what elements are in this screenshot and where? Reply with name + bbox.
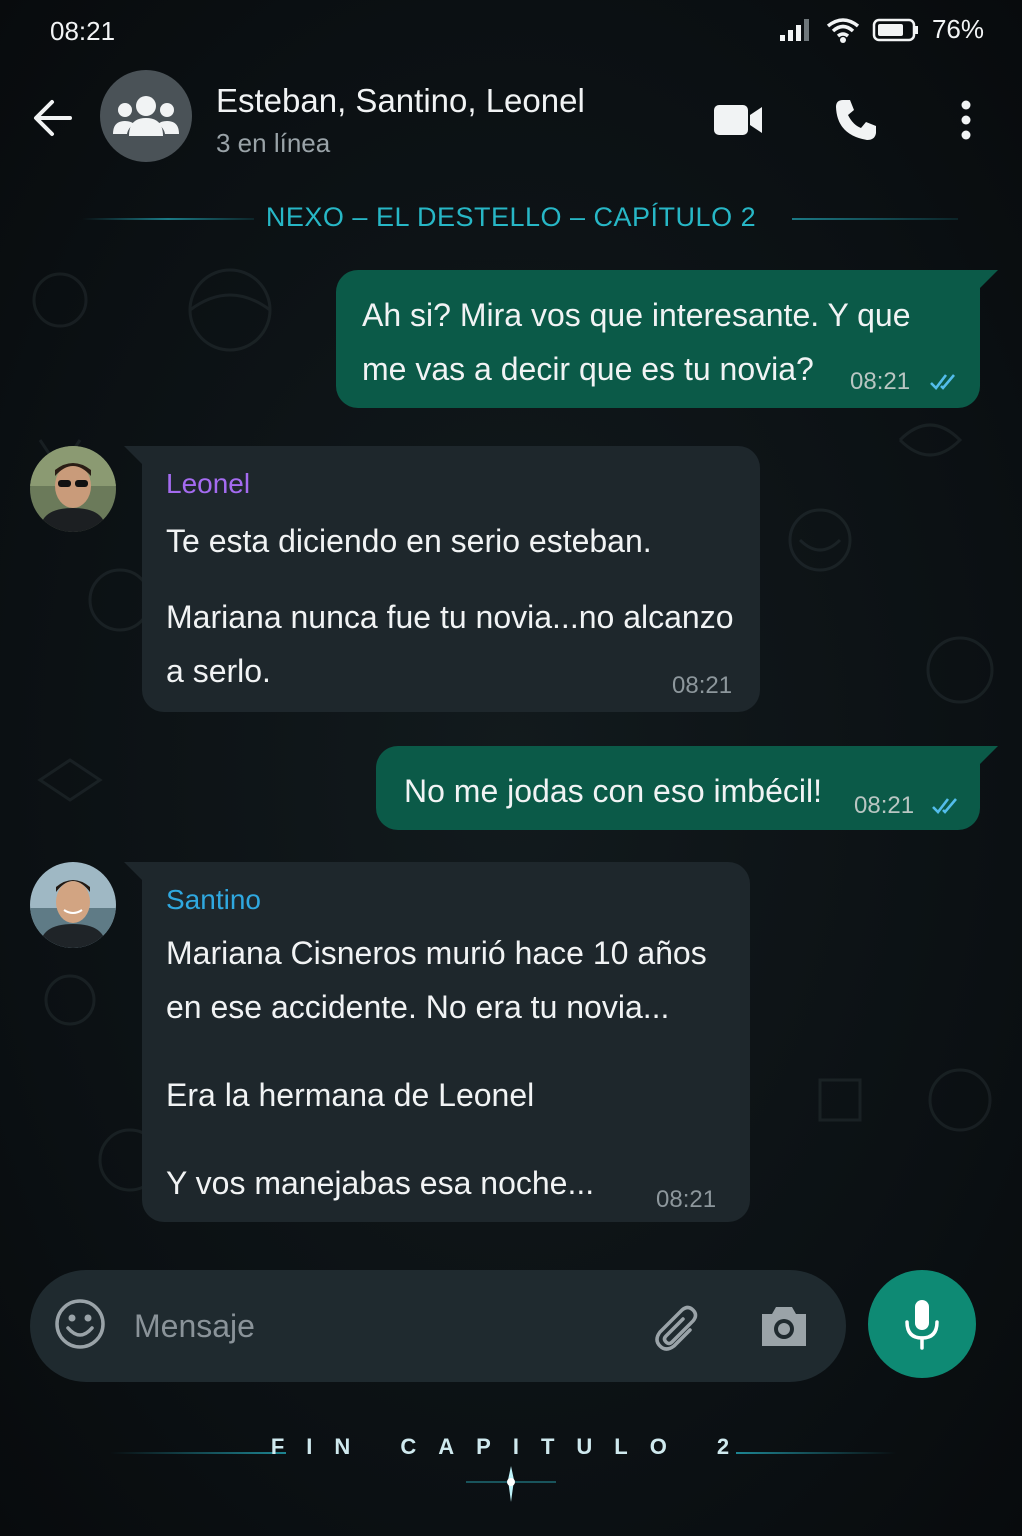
banner-line-right [792, 218, 958, 220]
voice-message-button[interactable] [868, 1270, 976, 1378]
signal-icon [779, 18, 809, 41]
back-arrow-icon [34, 100, 72, 136]
sparkle-icon [466, 1466, 556, 1502]
chapter-banner: NEXO – EL DESTELLO – CAPÍTULO 2 [0, 196, 1022, 244]
message-time: 08:21 [656, 1186, 717, 1213]
voice-call-button[interactable] [828, 92, 884, 148]
emoji-button[interactable] [52, 1296, 108, 1352]
emoji-icon [55, 1299, 105, 1349]
message-time: 08:21 [854, 792, 915, 819]
message-bubble-incoming[interactable]: Santino Mariana Cisneros murió hace 10 a… [124, 862, 750, 1222]
message-time: 08:21 [672, 672, 733, 699]
chapter-end-title: FIN CAPITULO 2 [270, 1434, 752, 1459]
back-button[interactable] [30, 94, 78, 142]
online-status: 3 en línea [216, 128, 331, 158]
bubble-tail [976, 746, 998, 768]
message-composer [30, 1270, 846, 1382]
chapter-end-banner: FIN CAPITULO 2 [0, 1420, 1022, 1520]
phone-icon [836, 100, 876, 140]
message-time: 08:21 [850, 368, 911, 395]
message-paragraph: Te esta diciendo en serio esteban. [166, 523, 652, 559]
more-options-button[interactable] [938, 92, 994, 148]
sender-name[interactable]: Leonel [166, 468, 250, 500]
bubble-tail [976, 270, 998, 292]
chat-screen: 08:21 76% Esteban, Santino, Leonel 3 en … [0, 0, 1022, 1536]
wifi-icon [826, 17, 860, 43]
message-paragraph: Mariana Cisneros murió hace 10 años en e… [166, 935, 707, 1025]
message-bubble-incoming[interactable]: Leonel Te esta diciendo en serio esteban… [124, 446, 760, 712]
battery-icon [872, 18, 918, 41]
message-bubble-outgoing[interactable]: Ah si? Mira vos que interesante. Y que m… [336, 270, 998, 408]
read-receipt-icon [932, 798, 957, 814]
sender-name[interactable]: Santino [166, 884, 261, 916]
chat-header: Esteban, Santino, Leonel 3 en línea [0, 64, 1022, 174]
camera-icon [762, 1307, 806, 1346]
avatar-leonel-photo [30, 446, 116, 532]
message-paragraph: Y vos manejabas esa noche... [166, 1165, 595, 1201]
bubble-tail [124, 446, 146, 468]
message-bubble-outgoing[interactable]: No me jodas con eso imbécil! 08:21 [376, 746, 998, 830]
video-call-icon [714, 105, 762, 135]
avatar-santino-photo [30, 862, 116, 948]
camera-button[interactable] [756, 1298, 812, 1354]
read-receipt-icon [930, 374, 955, 390]
end-line-right [736, 1452, 896, 1454]
avatar-santino[interactable] [30, 862, 116, 948]
group-avatar[interactable] [100, 70, 192, 162]
battery-percentage: 76% [931, 14, 984, 44]
more-vert-icon [961, 100, 971, 140]
message-paragraph: Era la hermana de Leonel [166, 1077, 535, 1113]
microphone-icon [905, 1300, 939, 1350]
video-call-button[interactable] [710, 92, 766, 148]
avatar-leonel[interactable] [30, 446, 116, 532]
bubble-tail [124, 862, 146, 884]
status-indicators: 76% [778, 14, 984, 45]
status-bar: 08:21 76% [0, 0, 1022, 64]
status-time: 08:21 [50, 16, 116, 46]
attach-button[interactable] [650, 1300, 706, 1356]
chat-title[interactable]: Esteban, Santino, Leonel [216, 82, 585, 120]
message-text: No me jodas con eso imbécil! [404, 773, 822, 809]
paperclip-icon [655, 1305, 698, 1351]
message-input[interactable] [134, 1300, 614, 1352]
message-paragraph: Mariana nunca fue tu novia...no alcanzo … [166, 599, 734, 689]
group-icon [113, 96, 179, 136]
